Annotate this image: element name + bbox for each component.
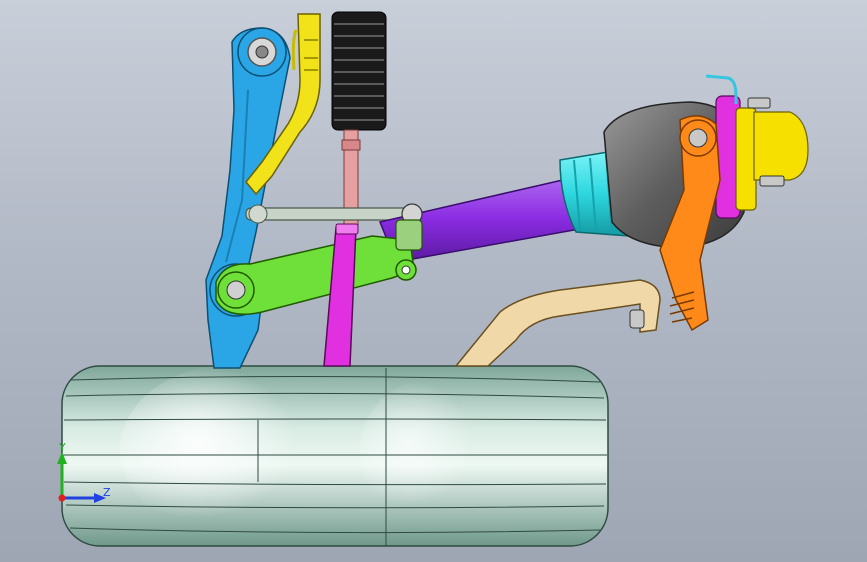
trailing-link[interactable] <box>454 279 661 367</box>
cad-viewport[interactable]: Y Z <box>0 0 867 562</box>
x-axis-dot <box>58 494 66 502</box>
suspension-model-view[interactable]: Y Z <box>0 0 867 562</box>
steering-boot[interactable] <box>331 11 387 131</box>
y-axis-label: Y <box>58 441 66 454</box>
tire[interactable] <box>61 365 609 547</box>
hub-flange[interactable] <box>705 74 809 219</box>
steering-knuckle[interactable] <box>205 27 291 369</box>
z-axis-label: Z <box>103 486 111 499</box>
